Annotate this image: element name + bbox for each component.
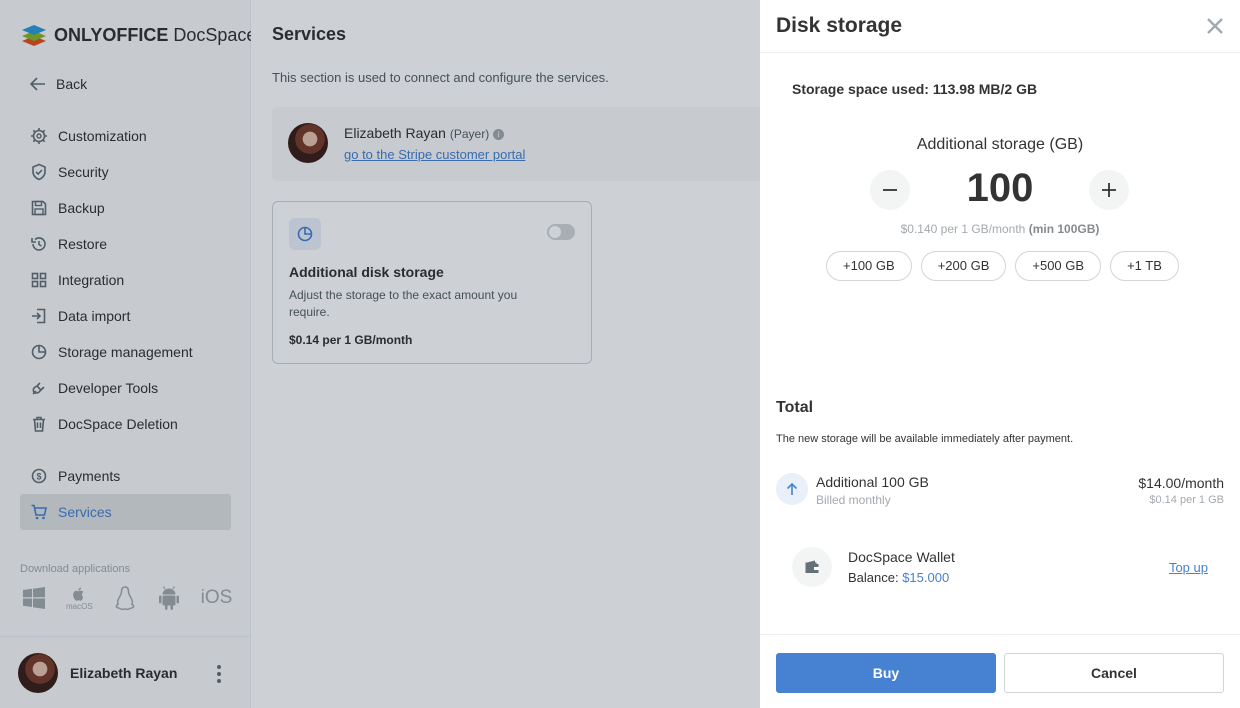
line-item-billing: Billed monthly bbox=[816, 493, 891, 507]
panel-header: Disk storage bbox=[760, 0, 1240, 53]
quick-amounts: +100 GB +200 GB +500 GB +1 TB bbox=[826, 251, 1179, 281]
line-item-price: $14.00/month bbox=[1138, 475, 1224, 491]
plus-icon bbox=[1102, 183, 1116, 197]
minus-icon bbox=[883, 189, 897, 191]
line-item-unit-price: $0.14 per 1 GB bbox=[1149, 494, 1224, 506]
price-note: $0.140 per 1 GB/month (min 100GB) bbox=[900, 222, 1100, 236]
cancel-button[interactable]: Cancel bbox=[1004, 653, 1224, 693]
total-description: The new storage will be available immedi… bbox=[776, 433, 1074, 445]
total-title: Total bbox=[776, 399, 814, 416]
chip-500gb[interactable]: +500 GB bbox=[1015, 251, 1102, 281]
close-icon[interactable] bbox=[1206, 17, 1224, 35]
chip-1tb[interactable]: +1 TB bbox=[1110, 251, 1179, 281]
wallet-icon bbox=[792, 547, 832, 587]
increase-button[interactable] bbox=[1089, 170, 1129, 210]
line-item-label: Additional 100 GB bbox=[816, 474, 929, 490]
top-up-link[interactable]: Top up bbox=[1169, 560, 1208, 575]
buy-button[interactable]: Buy bbox=[776, 653, 996, 693]
min-note: (min 100GB) bbox=[1028, 222, 1100, 236]
chip-200gb[interactable]: +200 GB bbox=[920, 251, 1007, 281]
wallet-balance: Balance: $15.000 bbox=[848, 570, 950, 585]
storage-amount[interactable]: 100 bbox=[940, 166, 1060, 211]
arrow-up-icon bbox=[776, 473, 808, 505]
wallet-label: DocSpace Wallet bbox=[848, 549, 955, 565]
wallet-balance-value: $15.000 bbox=[902, 570, 950, 585]
panel-footer: Buy Cancel bbox=[760, 634, 1240, 708]
disk-storage-panel: Disk storage Storage space used: 113.98 … bbox=[760, 0, 1240, 708]
additional-storage-title: Additional storage (GB) bbox=[916, 136, 1084, 153]
chip-100gb[interactable]: +100 GB bbox=[826, 251, 912, 281]
modal-backdrop[interactable] bbox=[0, 0, 760, 708]
storage-used: Storage space used: 113.98 MB/2 GB bbox=[792, 81, 1038, 97]
decrease-button[interactable] bbox=[870, 170, 910, 210]
panel-title: Disk storage bbox=[776, 14, 903, 37]
